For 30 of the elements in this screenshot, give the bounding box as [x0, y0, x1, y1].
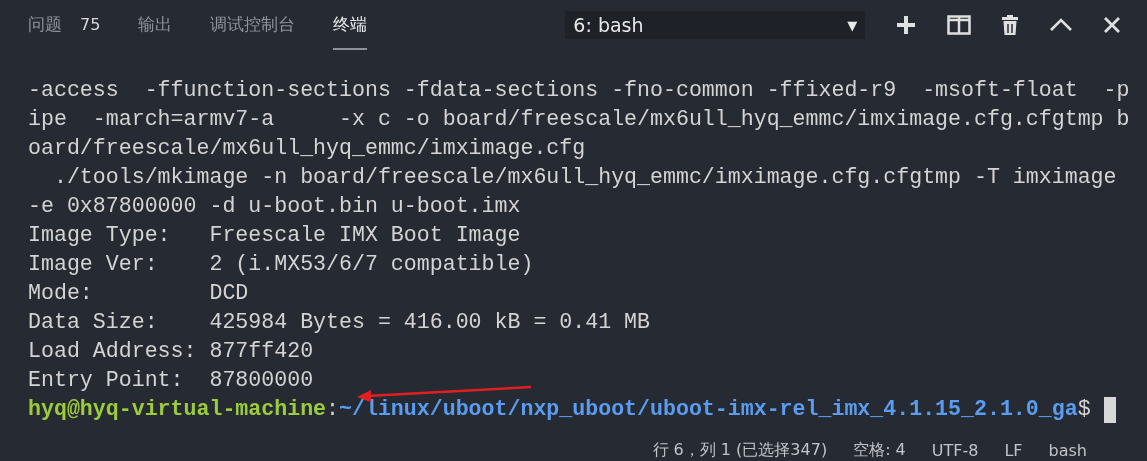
- status-item[interactable]: 空格: 4: [853, 439, 906, 461]
- status-item[interactable]: 行 6，列 1 (已选择347): [652, 439, 828, 461]
- terminal-line: Load Address: 877ff420: [28, 338, 314, 365]
- close-icon[interactable]: [1103, 16, 1122, 34]
- prompt-line: hyq@hyq-virtual-machine:~/linux/uboot/nxp_uboot/uboot-imx-rel_imx_4.1.15_2.1.0_ga$: [28, 396, 1091, 423]
- panel-tab[interactable]: 输出: [138, 0, 173, 50]
- terminal-line: -access -ffunction-sections -fdata-sections -fno-common -ffixed-r9 -msoft-float -p: [28, 77, 1130, 104]
- terminal-line: ./tools/mkimage -n board/freescale/mx6ull_hyq_emmc/imximage.cfg.cfgtmp -T imximage: [52, 164, 1117, 191]
- chevron-up-icon[interactable]: [1049, 18, 1074, 32]
- terminal-line: Image Type: Freescale IMX Boot Image: [28, 222, 521, 249]
- text-cursor: [1103, 396, 1116, 423]
- split-icon[interactable]: [947, 15, 972, 35]
- terminal-line: oard/freescale/mx6ull_hyq_emmc/imximage.cfg: [28, 135, 586, 162]
- status-item[interactable]: bash: [1048, 440, 1087, 460]
- terminal-dropdown[interactable]: 6: bash ▼: [565, 11, 866, 39]
- status-item[interactable]: LF: [1004, 440, 1023, 460]
- problem-count: 75: [80, 14, 101, 34]
- panel-tab[interactable]: 问题 75: [28, 0, 101, 50]
- add-icon[interactable]: [895, 14, 918, 36]
- tab-label[interactable]: 问题: [28, 12, 62, 36]
- panel-tab[interactable]: 终端: [333, 0, 368, 50]
- trash-icon[interactable]: [1001, 14, 1020, 36]
- panel-tab[interactable]: 调试控制台: [210, 0, 296, 50]
- terminal-line: -e 0x87800000 -d u-boot.bin u-boot.imx: [28, 193, 521, 220]
- terminal-line: Image Ver: 2 (i.MX53/6/7 compatible): [28, 251, 534, 278]
- terminal-line: Entry Point: 87800000: [28, 367, 314, 394]
- status-item[interactable]: UTF-8: [931, 440, 979, 460]
- terminal-line: Data Size: 425984 Bytes = 416.00 kB = 0.41 MB: [28, 309, 650, 336]
- terminal-line: Mode: DCD: [28, 280, 249, 307]
- terminal-line: ipe -march=armv7-a -x c -o board/freescale/mx6ull_hyq_emmc/imximage.cfg.cfgtmp b: [28, 106, 1130, 133]
